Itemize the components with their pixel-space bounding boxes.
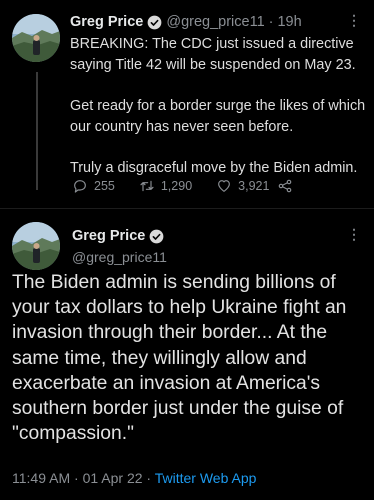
tweet-date[interactable]: 01 Apr 22	[83, 470, 143, 486]
tweet-paragraph: Truly a disgraceful move by the Biden ad…	[70, 160, 358, 176]
tweet-paragraph: Get ready for a border surge the likes o…	[70, 98, 366, 135]
author-name[interactable]: Greg Price	[72, 228, 145, 244]
tweet-time[interactable]: 19h	[277, 14, 301, 30]
tweet-author: Greg Price	[72, 228, 168, 244]
reply-icon	[74, 180, 86, 193]
thread-line	[36, 72, 38, 190]
retweet-count: 1,290	[160, 179, 193, 193]
retweet-icon	[140, 180, 154, 192]
share-button[interactable]	[277, 178, 299, 194]
author-handle[interactable]: @greg_price11	[72, 249, 167, 265]
avatar[interactable]	[12, 14, 60, 62]
verified-badge-icon	[149, 229, 164, 243]
tweet-text: BREAKING: The CDC just issued a directiv…	[70, 34, 366, 179]
retweet-button[interactable]: 1,290	[139, 178, 192, 194]
separator: ·	[146, 470, 152, 486]
like-button[interactable]: 3,921	[216, 178, 269, 194]
tweet-paragraph: BREAKING: The CDC just issued a directiv…	[70, 36, 356, 73]
tweet-actions: 255 1,290 3,921	[72, 178, 299, 194]
reply-count: 255	[94, 179, 115, 193]
tweet-meta: 11:49 AM · 01 Apr 22 · Twitter Web App	[12, 470, 256, 486]
separator: ·	[268, 14, 274, 30]
tweet-divider	[0, 208, 374, 209]
tweet-time[interactable]: 11:49 AM	[12, 470, 70, 486]
reply-button[interactable]: 255	[72, 178, 115, 194]
avatar[interactable]	[12, 222, 60, 270]
tweet-header: Greg Price @greg_price11 · 19h	[70, 14, 302, 30]
verified-badge-icon	[147, 15, 162, 29]
more-options-icon[interactable]: ⋮	[347, 226, 362, 243]
like-count: 3,921	[238, 179, 270, 193]
tweet-text: The Biden admin is sending billions of y…	[12, 272, 347, 445]
more-options-icon[interactable]: ⋮	[347, 12, 362, 29]
tweet-source-link[interactable]: Twitter Web App	[155, 470, 257, 486]
heart-icon	[218, 180, 231, 192]
author-handle[interactable]: @greg_price11	[166, 14, 264, 30]
share-icon	[279, 179, 292, 193]
author-name[interactable]: Greg Price	[70, 14, 143, 30]
separator: ·	[74, 470, 79, 486]
